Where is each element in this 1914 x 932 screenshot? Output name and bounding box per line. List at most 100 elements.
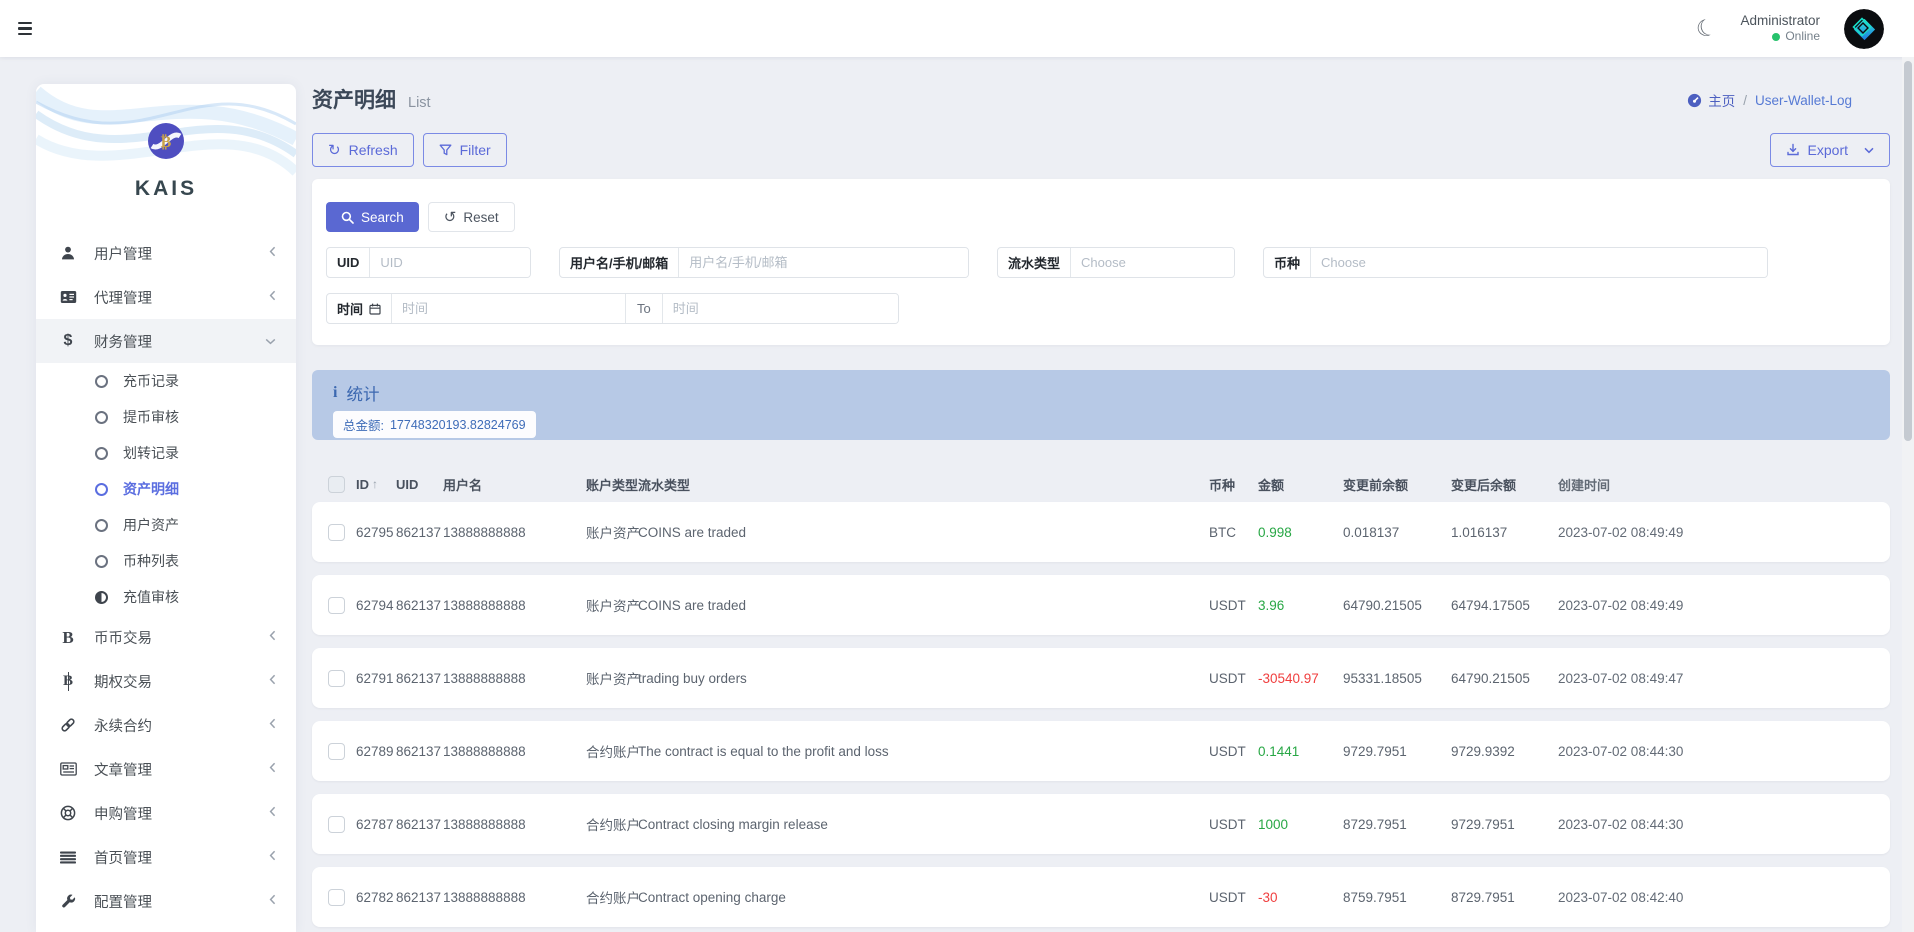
chevron-left-icon bbox=[269, 894, 276, 905]
search-icon bbox=[341, 211, 354, 224]
cell-created-at: 2023-07-02 08:49:47 bbox=[1558, 671, 1890, 686]
life-ring-icon bbox=[60, 805, 76, 821]
sidebar-subitem-label: 用户资产 bbox=[123, 515, 179, 535]
sidebar-item-4[interactable]: B币币交易 bbox=[36, 615, 296, 659]
menu-toggle-button[interactable] bbox=[18, 20, 40, 38]
cell-username: 13888888888 bbox=[443, 598, 586, 613]
time-from-input[interactable] bbox=[392, 294, 625, 323]
total-amount-badge: 总金额: 17748320193.82824769 bbox=[333, 411, 536, 438]
user-menu[interactable]: Administrator Online bbox=[1740, 13, 1820, 45]
half-circle-icon bbox=[95, 591, 108, 604]
page-title: 资产明细 bbox=[312, 84, 396, 114]
brand-logo[interactable]: ₿ KAIS bbox=[36, 84, 296, 201]
article-icon bbox=[60, 762, 77, 776]
row-checkbox[interactable] bbox=[328, 670, 345, 687]
sidebar-subitem-6[interactable]: 币种列表 bbox=[36, 543, 296, 579]
cell-id: 62791 bbox=[356, 671, 396, 686]
sort-asc-icon: ↑ bbox=[372, 477, 378, 491]
sidebar-item-7[interactable]: 文章管理 bbox=[36, 747, 296, 791]
reset-button[interactable]: ↺ Reset bbox=[428, 202, 515, 232]
sidebar: ₿ KAIS 用户管理代理管理$财务管理充币记录提币审核划转记录资产明细用户资产… bbox=[36, 84, 296, 932]
sidebar-item-5[interactable]: B期权交易 bbox=[36, 659, 296, 703]
vertical-scrollbar[interactable] bbox=[1902, 57, 1914, 932]
sidebar-item-label: 用户管理 bbox=[94, 243, 269, 264]
scrollbar-thumb[interactable] bbox=[1904, 61, 1912, 441]
dark-mode-toggle[interactable]: ☾ bbox=[1693, 14, 1720, 42]
search-button[interactable]: Search bbox=[326, 202, 419, 232]
row-checkbox[interactable] bbox=[328, 743, 345, 760]
brand-logo-icon: ₿ bbox=[147, 122, 185, 160]
export-button[interactable]: Export bbox=[1770, 133, 1890, 167]
uid-field-group: UID bbox=[326, 247, 531, 278]
filter-button[interactable]: Filter bbox=[423, 133, 507, 167]
avatar[interactable] bbox=[1844, 9, 1884, 49]
select-all-checkbox[interactable] bbox=[328, 476, 345, 493]
cell-amount: -30 bbox=[1258, 890, 1343, 905]
refresh-button[interactable]: ↻ Refresh bbox=[312, 133, 414, 167]
sidebar-item-1[interactable]: 用户管理 bbox=[36, 231, 296, 275]
cell-id: 62782 bbox=[356, 890, 396, 905]
chevron-down-icon bbox=[265, 338, 276, 345]
time-to-input[interactable] bbox=[663, 294, 898, 323]
row-checkbox[interactable] bbox=[328, 597, 345, 614]
sidebar-item-label: 期权交易 bbox=[94, 671, 269, 692]
sidebar-subitem-label: 划转记录 bbox=[123, 443, 179, 463]
main-content: 资产明细 List 主页 / User-Wallet-Log ↻ Refresh bbox=[312, 84, 1890, 932]
cell-account-type: 合约账户 bbox=[586, 814, 638, 834]
chevron-left-icon bbox=[269, 806, 276, 817]
sidebar-item-10[interactable]: 配置管理 bbox=[36, 879, 296, 923]
row-checkbox[interactable] bbox=[328, 889, 345, 906]
cell-amount: 0.998 bbox=[1258, 525, 1343, 540]
column-created-at: 创建时间 bbox=[1558, 475, 1890, 494]
column-uid: UID bbox=[396, 477, 443, 492]
sidebar-subitem-1[interactable]: 充币记录 bbox=[36, 363, 296, 399]
circle-icon bbox=[95, 375, 108, 388]
cell-amount: 1000 bbox=[1258, 817, 1343, 832]
time-range-group: 时间 To bbox=[326, 293, 899, 324]
column-id[interactable]: ID↑ bbox=[356, 477, 396, 492]
cell-amount: 0.1441 bbox=[1258, 744, 1343, 759]
cell-username: 13888888888 bbox=[443, 890, 586, 905]
cell-balance-before: 95331.18505 bbox=[1343, 671, 1451, 686]
sidebar-item-6[interactable]: 永续合约 bbox=[36, 703, 296, 747]
chevron-left-icon bbox=[269, 762, 276, 773]
row-checkbox[interactable] bbox=[328, 816, 345, 833]
breadcrumb-home-link[interactable]: 主页 bbox=[1687, 90, 1735, 110]
sidebar-subitem-5[interactable]: 用户资产 bbox=[36, 507, 296, 543]
username-phone-email-input[interactable] bbox=[679, 248, 968, 277]
cell-account-type: 账户资产 bbox=[586, 668, 638, 688]
svg-text:₿: ₿ bbox=[161, 133, 172, 151]
coin-input[interactable] bbox=[1311, 248, 1767, 277]
cell-balance-before: 64790.21505 bbox=[1343, 598, 1451, 613]
uid-input[interactable] bbox=[370, 248, 530, 277]
cell-flow-type: trading buy orders bbox=[638, 671, 1209, 686]
sidebar-subitem-7[interactable]: 充值审核 bbox=[36, 579, 296, 615]
brand-name: KAIS bbox=[36, 177, 296, 201]
flow-type-input[interactable] bbox=[1071, 248, 1234, 277]
sidebar-subitem-2[interactable]: 提币审核 bbox=[36, 399, 296, 435]
breadcrumb-current[interactable]: User-Wallet-Log bbox=[1755, 93, 1852, 108]
column-balance-after: 变更后余额 bbox=[1451, 475, 1558, 494]
calendar-icon bbox=[369, 303, 381, 315]
sidebar-item-8[interactable]: 申购管理 bbox=[36, 791, 296, 835]
coin-b-icon: B bbox=[62, 629, 73, 646]
cell-username: 13888888888 bbox=[443, 525, 586, 540]
sidebar-item-2[interactable]: 代理管理 bbox=[36, 275, 296, 319]
table-row: 6278786213713888888888合约账户Contract closi… bbox=[312, 794, 1890, 854]
cell-balance-before: 8729.7951 bbox=[1343, 817, 1451, 832]
sidebar-item-9[interactable]: 首页管理 bbox=[36, 835, 296, 879]
cell-uid: 862137 bbox=[396, 598, 443, 613]
undo-icon: ↺ bbox=[444, 210, 457, 225]
cell-coin: USDT bbox=[1209, 744, 1258, 759]
breadcrumb-separator: / bbox=[1743, 93, 1747, 108]
cell-username: 13888888888 bbox=[443, 817, 586, 832]
sidebar-subitem-3[interactable]: 划转记录 bbox=[36, 435, 296, 471]
cell-id: 62795 bbox=[356, 525, 396, 540]
user-icon bbox=[60, 245, 76, 261]
row-checkbox[interactable] bbox=[328, 524, 345, 541]
sidebar-item-3[interactable]: $财务管理 bbox=[36, 319, 296, 363]
stats-title: 统计 bbox=[346, 381, 379, 405]
sidebar-subitem-4[interactable]: 资产明细 bbox=[36, 471, 296, 507]
flow-type-field-group: 流水类型 bbox=[997, 247, 1235, 278]
time-label: 时间 bbox=[337, 299, 363, 318]
